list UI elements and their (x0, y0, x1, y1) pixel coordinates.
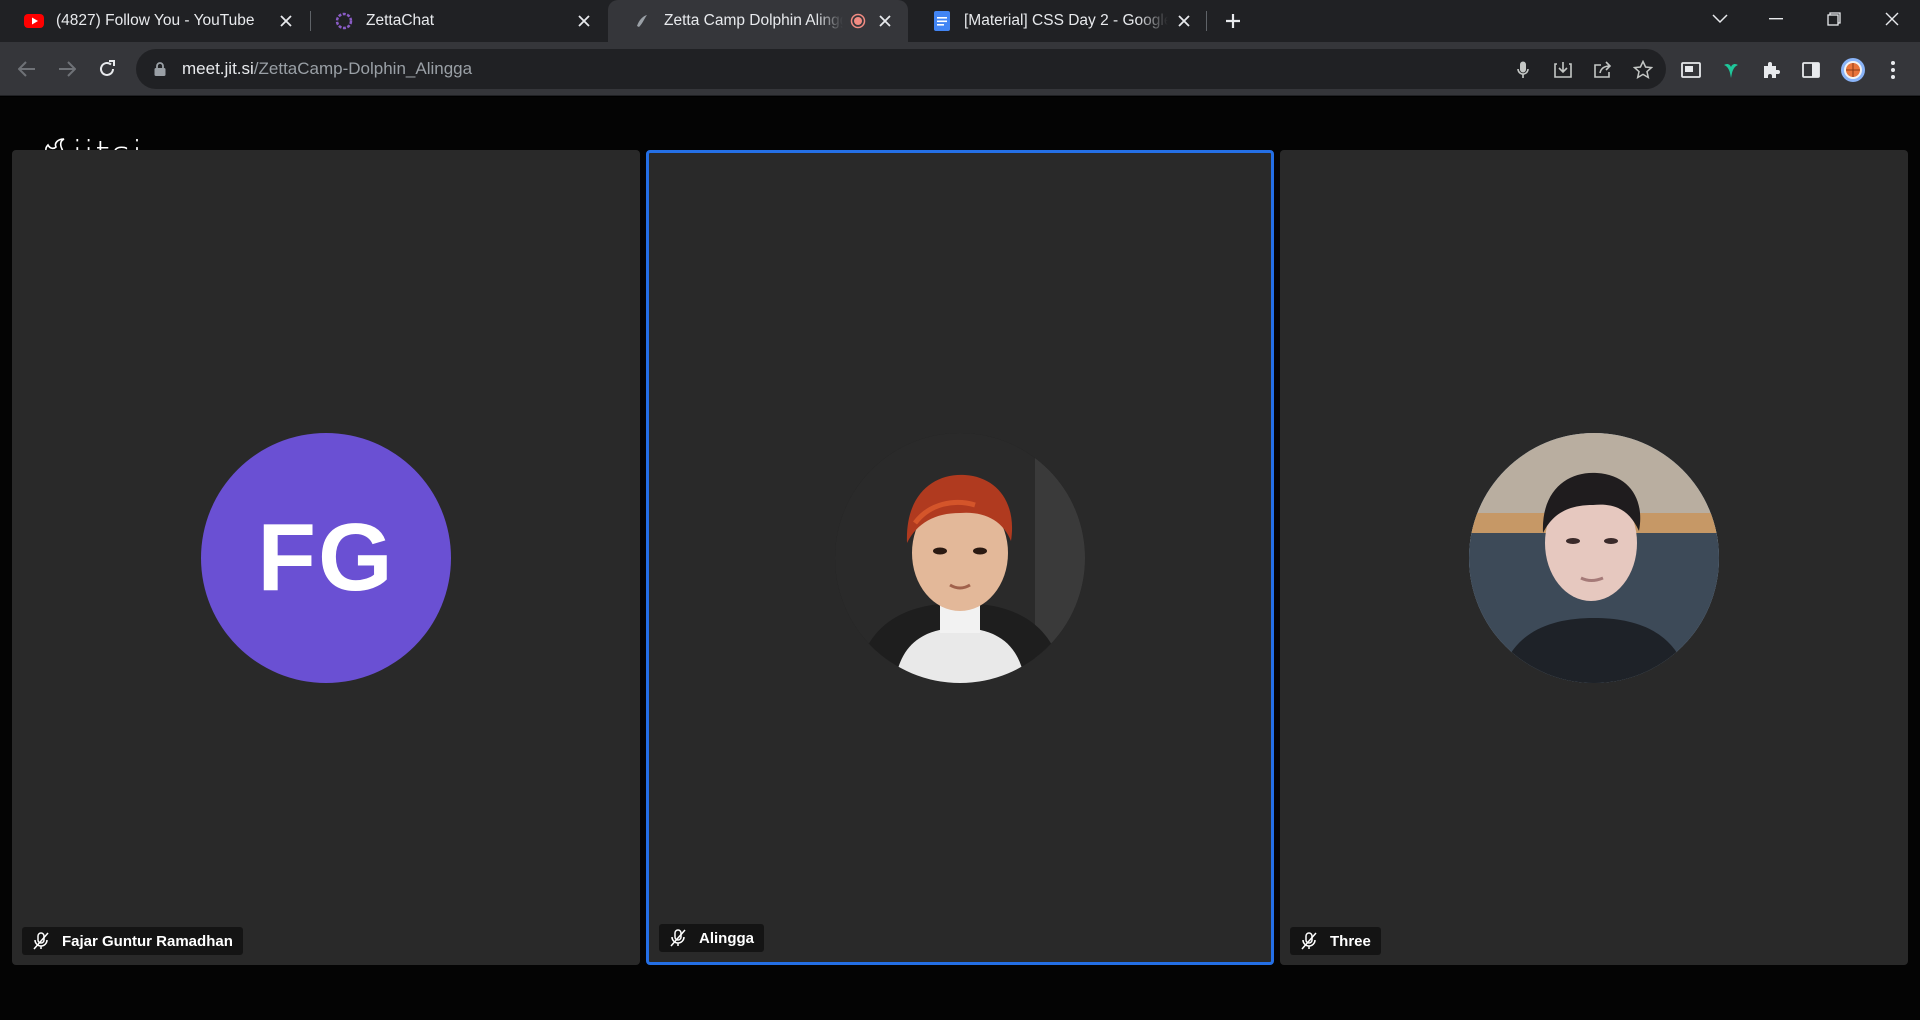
tab-google-docs[interactable]: [Material] CSS Day 2 - Google Docs (908, 0, 1206, 42)
avatar-initials: FG (257, 503, 395, 611)
minimize-button[interactable] (1748, 0, 1804, 38)
jitsi-meeting-page: jitsi FG Fajar Guntur Ramadhan (0, 97, 1920, 1020)
address-bar[interactable]: meet.jit.si/ZettaCamp-Dolphin_Alingga (136, 49, 1666, 89)
tab-title: (4827) Follow You - YouTube (56, 12, 255, 29)
close-tab-icon[interactable] (574, 11, 594, 31)
microphone-icon[interactable] (1512, 59, 1534, 81)
extensions-puzzle-icon[interactable] (1758, 57, 1784, 83)
tab-title: ZettaChat (366, 12, 435, 29)
recording-indicator-icon (849, 11, 868, 31)
three-photo (1469, 432, 1719, 683)
picture-in-picture-icon[interactable] (1678, 57, 1704, 83)
alingga-photo (835, 432, 1085, 683)
lock-icon[interactable] (152, 61, 168, 77)
close-window-button[interactable] (1864, 0, 1920, 38)
side-panel-icon[interactable] (1798, 57, 1824, 83)
profile-avatar-icon[interactable] (1840, 57, 1866, 83)
jitsi-icon (632, 11, 652, 31)
tab-title: [Material] CSS Day 2 - Google Docs (964, 12, 1168, 29)
participant-name-tag: Alingga (659, 924, 764, 952)
browser-tab-strip: (4827) Follow You - YouTube ZettaChat Ze… (0, 0, 1920, 42)
install-app-icon[interactable] (1552, 59, 1574, 81)
tab-title: Zetta Camp Dolphin Alingga (664, 12, 843, 29)
extension-grammar-icon[interactable] (1718, 57, 1744, 83)
url-host: meet.jit.si (182, 59, 254, 78)
restore-button[interactable] (1806, 0, 1862, 38)
chrome-menu-icon[interactable] (1880, 57, 1906, 83)
share-icon[interactable] (1592, 59, 1614, 81)
new-tab-button[interactable] (1220, 8, 1246, 34)
tab-search-button[interactable] (1692, 0, 1748, 38)
tab-jitsi-meeting[interactable]: Zetta Camp Dolphin Alingga (608, 0, 908, 42)
participant-avatar-photo (1469, 432, 1719, 683)
tab-separator (1206, 11, 1207, 31)
participant-avatar: FG (201, 432, 451, 683)
reload-button[interactable] (92, 54, 122, 84)
participant-name: Alingga (699, 929, 754, 947)
participant-name: Three (1330, 932, 1371, 950)
participant-avatar-photo (835, 432, 1085, 683)
bookmark-star-icon[interactable] (1632, 59, 1654, 81)
zettachat-icon (334, 11, 354, 31)
participant-tile-fajar[interactable]: FG Fajar Guntur Ramadhan (12, 150, 640, 965)
participant-tile-three[interactable]: Three (1280, 150, 1908, 965)
microphone-muted-icon (669, 929, 687, 947)
microphone-muted-icon (1300, 932, 1318, 950)
participant-name: Fajar Guntur Ramadhan (62, 932, 233, 950)
close-tab-icon[interactable] (276, 11, 296, 31)
tab-zettachat[interactable]: ZettaChat (310, 0, 608, 42)
close-tab-icon[interactable] (875, 11, 894, 31)
forward-button[interactable] (52, 54, 82, 84)
participant-tile-alingga[interactable]: Alingga (646, 150, 1274, 965)
microphone-muted-icon (32, 932, 50, 950)
participant-name-tag: Three (1290, 927, 1381, 955)
close-tab-icon[interactable] (1176, 11, 1192, 31)
url-path: /ZettaCamp-Dolphin_Alingga (253, 59, 473, 78)
tab-youtube[interactable]: (4827) Follow You - YouTube (0, 0, 310, 42)
back-button[interactable] (12, 54, 42, 84)
google-docs-icon (932, 11, 952, 31)
participant-name-tag: Fajar Guntur Ramadhan (22, 927, 243, 955)
youtube-icon (24, 11, 44, 31)
url-text[interactable]: meet.jit.si/ZettaCamp-Dolphin_Alingga (182, 59, 472, 79)
browser-toolbar: meet.jit.si/ZettaCamp-Dolphin_Alingga (0, 42, 1920, 96)
